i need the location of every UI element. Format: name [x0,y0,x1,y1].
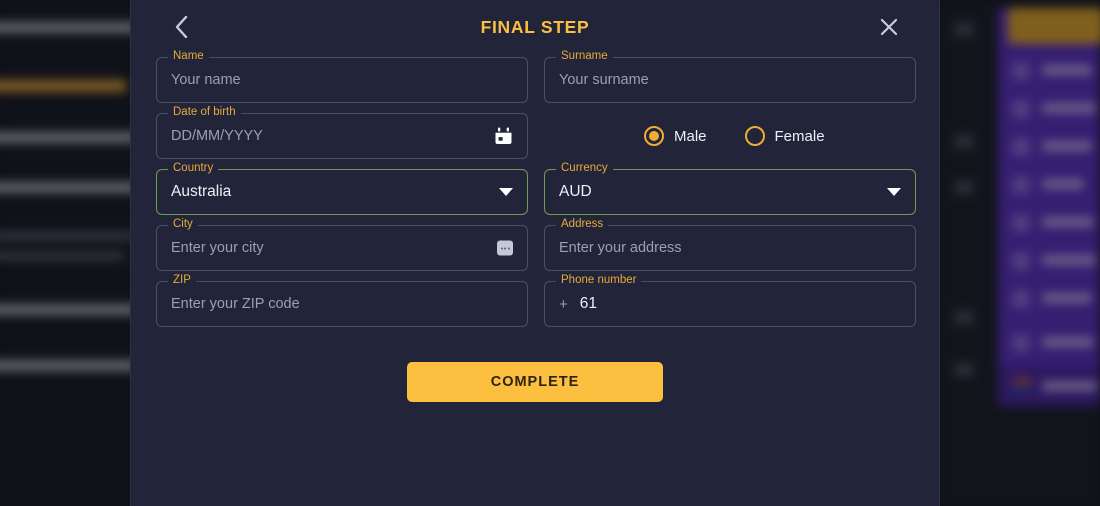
surname-placeholder: Your surname [559,72,649,88]
gender-female-label: Female [774,127,825,145]
field-phone-number: Phone number + 61 [544,274,916,327]
surname-input[interactable]: Surname Your surname [544,50,916,103]
zip-placeholder: Enter your ZIP code [171,296,300,312]
country-select[interactable]: Country Australia [156,162,528,215]
close-icon [880,18,898,36]
page-title: FINAL STEP [480,16,590,37]
city-autofill-button[interactable] [497,240,513,256]
autofill-icon [497,240,513,256]
phone-prefix: + [559,295,568,313]
gender-male-label: Male [674,127,707,145]
close-button[interactable] [872,10,906,44]
phone-number-input[interactable]: Phone number + 61 [544,274,916,327]
app-screen: FINAL STEP Name Your name Surname Your s… [0,0,1100,506]
date-of-birth-label: Date of birth [168,106,241,119]
currency-label: Currency [556,162,613,175]
date-of-birth-placeholder: DD/MM/YYYY [171,128,263,144]
final-step-modal: FINAL STEP Name Your name Surname Your s… [130,0,940,506]
phone-number-value: 61 [579,295,598,312]
gender-option-female[interactable]: Female [744,126,825,146]
field-zip: ZIP Enter your ZIP code [156,274,528,327]
name-placeholder: Your name [171,72,241,88]
field-name: Name Your name [156,50,528,103]
chevron-down-icon [499,188,513,196]
country-dropdown-toggle[interactable] [499,188,513,196]
currency-value: AUD [559,183,592,200]
currency-dropdown-toggle[interactable] [887,188,901,196]
city-label: City [168,218,198,231]
field-address: Address Enter your address [544,218,916,271]
complete-button[interactable]: COMPLETE [407,362,663,402]
field-surname: Surname Your surname [544,50,916,103]
radio-unselected-icon [744,126,765,146]
field-city: City Enter your city [156,218,528,271]
calendar-icon [495,127,512,144]
chevron-down-icon [887,188,901,196]
chevron-left-icon [175,16,187,38]
registration-form: Name Your name Surname Your surname Date… [156,50,916,327]
submit-row: COMPLETE [156,327,914,402]
gender-radio-group: Male Female [544,113,916,159]
country-label: Country [168,162,219,175]
field-date-of-birth: Date of birth DD/MM/YYYY [156,106,528,159]
zip-input[interactable]: ZIP Enter your ZIP code [156,274,528,327]
field-currency: Currency AUD [544,162,916,215]
date-picker-button[interactable] [494,127,513,146]
city-placeholder: Enter your city [171,240,264,256]
address-placeholder: Enter your address [559,240,682,256]
address-input[interactable]: Address Enter your address [544,218,916,271]
date-of-birth-input[interactable]: Date of birth DD/MM/YYYY [156,106,528,159]
name-input[interactable]: Name Your name [156,50,528,103]
radio-selected-icon [644,126,664,146]
back-button[interactable] [164,10,198,44]
city-input[interactable]: City Enter your city [156,218,528,271]
modal-header: FINAL STEP [156,0,914,54]
country-value: Australia [171,183,232,200]
zip-label: ZIP [168,274,196,287]
currency-select[interactable]: Currency AUD [544,162,916,215]
field-country: Country Australia [156,162,528,215]
phone-number-label: Phone number [556,274,642,287]
address-label: Address [556,218,609,231]
gender-option-male[interactable]: Male [644,126,707,146]
field-gender: Male Female [544,113,916,159]
